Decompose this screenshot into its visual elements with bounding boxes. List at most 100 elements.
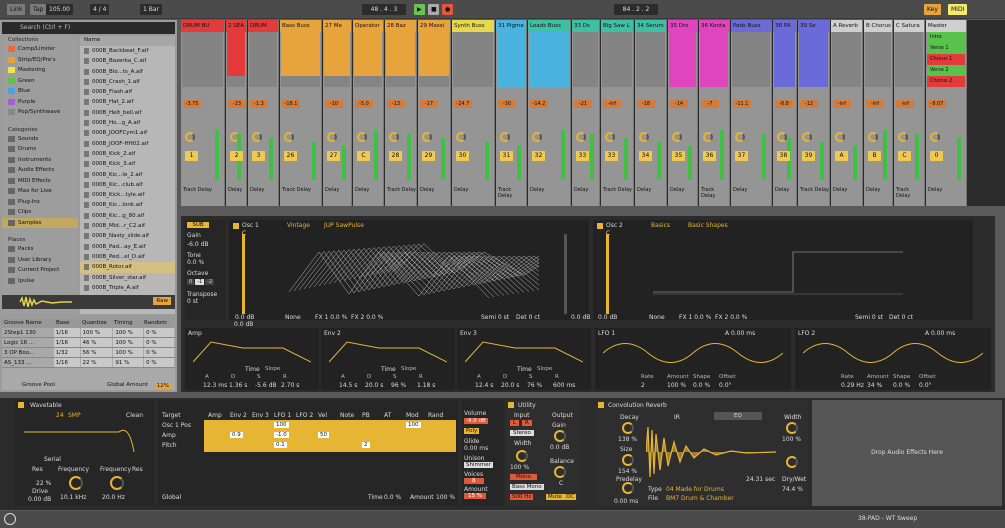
- expand-icon[interactable]: [4, 513, 16, 525]
- clip-slot[interactable]: [895, 43, 923, 54]
- clip-slot[interactable]: [227, 76, 245, 87]
- groove-cell[interactable]: 1/32: [53, 348, 80, 357]
- track-volume-readout[interactable]: -23: [228, 100, 246, 108]
- predelay-knob[interactable]: [622, 482, 634, 494]
- drywet-knob[interactable]: [786, 456, 798, 468]
- groove-cell[interactable]: 0 %: [144, 328, 174, 337]
- track-header[interactable]: B Chorus: [864, 20, 892, 32]
- clip-slot[interactable]: [669, 43, 696, 54]
- clip-slot[interactable]: [281, 65, 320, 76]
- collection-item[interactable]: Strip/EQ/Pre's: [2, 55, 78, 66]
- clip-slot[interactable]: [227, 65, 245, 76]
- track-volume-readout[interactable]: -inf: [896, 100, 914, 108]
- groove-cell[interactable]: 22 %: [80, 358, 113, 367]
- env-d-value[interactable]: 1.36 s: [229, 382, 247, 389]
- sample-preview-waveform[interactable]: Raw: [2, 295, 175, 309]
- transpose-value[interactable]: 0 st: [185, 298, 225, 305]
- clip-slot[interactable]: [700, 54, 728, 65]
- device-on-toggle[interactable]: [18, 402, 24, 408]
- sub-toggle[interactable]: SUB: [187, 222, 209, 228]
- clip-slot[interactable]: [669, 76, 696, 87]
- freq2-value[interactable]: 20.0 Hz: [102, 494, 125, 501]
- balance-knob[interactable]: [554, 466, 566, 478]
- category-item[interactable]: Audio Effects: [2, 165, 78, 176]
- env-time-tab[interactable]: Time: [245, 366, 260, 373]
- clip-slot[interactable]: [182, 76, 223, 87]
- track-header[interactable]: 28 Baz: [385, 20, 416, 32]
- record-icon[interactable]: ●: [442, 4, 453, 15]
- track-header[interactable]: 27 Me: [323, 20, 351, 32]
- pan-knob[interactable]: [802, 132, 812, 142]
- env-r-value[interactable]: 2.70 s: [281, 382, 299, 389]
- pan-knob[interactable]: [327, 132, 337, 142]
- track-activator[interactable]: 30: [456, 151, 469, 161]
- track-header[interactable]: 31 Pigme: [496, 20, 526, 32]
- lfo-amount-value[interactable]: 34 %: [867, 382, 882, 389]
- collection-item[interactable]: Purple: [2, 97, 78, 108]
- category-item[interactable]: Clips: [2, 207, 78, 218]
- pan-knob[interactable]: [422, 132, 432, 142]
- osc1-detune[interactable]: Det 0 ct: [516, 314, 540, 321]
- osc2-wavetable-display[interactable]: [653, 232, 903, 312]
- utility-on-toggle[interactable]: [508, 402, 514, 408]
- clip-slot[interactable]: [324, 32, 350, 43]
- category-item[interactable]: MIDI Effects: [2, 176, 78, 187]
- clip-slot[interactable]: [732, 43, 770, 54]
- env-slope-tab[interactable]: Slope: [537, 366, 552, 372]
- utility-gain-knob[interactable]: [554, 430, 566, 442]
- decay-knob[interactable]: [622, 422, 634, 434]
- clip-slot[interactable]: [249, 43, 277, 54]
- clip-slot[interactable]: [895, 32, 923, 43]
- clip-slot[interactable]: [832, 76, 861, 87]
- clip-slot[interactable]: [799, 32, 828, 43]
- track-volume-readout[interactable]: -inf: [833, 100, 851, 108]
- file-item[interactable]: 000B_JOOF-HH02.aif: [80, 139, 175, 149]
- decay-value[interactable]: 138 %: [618, 436, 637, 443]
- clip-slot[interactable]: [602, 43, 632, 54]
- clip-slot[interactable]: [832, 54, 861, 65]
- unison-mode-menu[interactable]: Shimmer: [464, 462, 493, 468]
- osc2-fx-menu[interactable]: None: [649, 314, 665, 321]
- category-item[interactable]: Max for Live: [2, 186, 78, 197]
- matrix-cell-value[interactable]: 100: [406, 422, 421, 428]
- arrangement-position[interactable]: 48 . 4 . 3: [362, 4, 406, 15]
- groove-row[interactable]: AS_133 ... 1/16 22 % 91 % 0 %: [2, 358, 175, 368]
- clip-slot[interactable]: [386, 43, 415, 54]
- track-activator[interactable]: 2: [230, 151, 243, 161]
- poly-button[interactable]: Poly: [464, 428, 480, 434]
- matrix-row-label[interactable]: Osc 1 Pos: [162, 422, 191, 429]
- filter-24-button[interactable]: 24: [56, 412, 64, 419]
- filter-curve-display[interactable]: [24, 422, 149, 454]
- file-item[interactable]: 000B_Blo...ts_A.aif: [80, 67, 175, 77]
- phase-right-button[interactable]: R: [522, 420, 532, 426]
- lfo-attack[interactable]: A 0.00 ms: [725, 330, 755, 337]
- filter-routing-menu[interactable]: Serial: [44, 456, 61, 463]
- clip-slot[interactable]: [453, 54, 493, 65]
- reverb-width-knob[interactable]: [786, 422, 798, 434]
- track-activator[interactable]: 33: [576, 151, 589, 161]
- matrix-cell-value[interactable]: 50: [318, 432, 329, 438]
- track-activator[interactable]: 35: [672, 151, 685, 161]
- file-item[interactable]: 000B_Backbeat_F.aif: [80, 46, 175, 56]
- lfo-attack[interactable]: A 0.00 ms: [925, 330, 955, 337]
- track-volume-readout[interactable]: -13: [387, 100, 405, 108]
- pan-knob[interactable]: [576, 132, 586, 142]
- track-header[interactable]: 33 Ds: [572, 20, 599, 32]
- filter-freq-knob[interactable]: [69, 476, 83, 490]
- track-header[interactable]: 29 Massi: [418, 20, 450, 32]
- track-volume-readout[interactable]: -8.07: [928, 100, 946, 108]
- gain-value[interactable]: -6.0 dB: [185, 241, 225, 248]
- phase-left-button[interactable]: L: [510, 420, 520, 426]
- octave-minus1[interactable]: -1: [195, 279, 205, 285]
- clip-slot[interactable]: [636, 76, 665, 87]
- pan-knob[interactable]: [672, 132, 682, 142]
- loop-position[interactable]: 84 . 2 . 2: [614, 4, 658, 15]
- reverb-width-value[interactable]: 100 %: [782, 436, 801, 443]
- reverb-on-toggle[interactable]: [598, 402, 604, 408]
- clip-slot[interactable]: [182, 54, 223, 65]
- groove-row[interactable]: Logic 16 ... 1/16 46 % 100 % 0 %: [2, 338, 175, 348]
- track-header[interactable]: Pads Buss: [731, 20, 771, 32]
- lfo-rate-value[interactable]: 0.29 Hz: [841, 382, 864, 389]
- clip-slot[interactable]: [573, 76, 598, 87]
- collection-item[interactable]: Pop/Synthwave: [2, 107, 78, 118]
